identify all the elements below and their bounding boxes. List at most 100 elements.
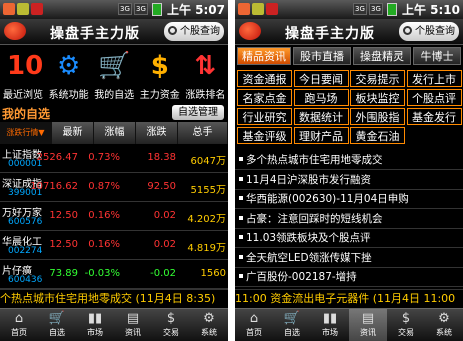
- left-screen: 3G 3G 上午 5:07 操盘手主力版 个股查询 10 最近浏览 ⚙ 系统功能 🛒 我的…: [0, 0, 228, 341]
- category-link[interactable]: 交易提示: [350, 70, 405, 87]
- category-link[interactable]: 基金发行: [406, 108, 462, 125]
- news-tab[interactable]: 精品资讯: [237, 47, 291, 65]
- quick-icon-button[interactable]: 🛒 我的自选: [91, 46, 137, 104]
- stock-volume: 5155万: [190, 185, 226, 196]
- nav-item[interactable]: ▤ 资讯: [114, 309, 152, 341]
- notification-icon: [252, 3, 264, 15]
- category-link[interactable]: 数据统计: [293, 108, 349, 125]
- news-title: 多个热点城市住宅用地零成交: [246, 154, 383, 166]
- stock-change: 92.50: [147, 181, 176, 192]
- bullet-icon: [239, 215, 243, 220]
- quick-icon-button[interactable]: $ 主力资金: [137, 46, 183, 104]
- battery-icon: [387, 3, 397, 16]
- nav-item[interactable]: 🛒 自选: [38, 309, 76, 341]
- quick-icon-button[interactable]: ⇅ 涨跌排名: [182, 46, 228, 104]
- stock-change: 18.38: [147, 152, 176, 163]
- nav-label: 资讯: [125, 328, 141, 337]
- news-item[interactable]: 多个热点城市住宅用地零成交: [235, 150, 463, 170]
- manage-watchlist-button[interactable]: 自选管理: [172, 105, 224, 120]
- stock-search-button[interactable]: 个股查询: [399, 22, 459, 41]
- stock-percent: 0.16%: [88, 239, 120, 250]
- news-title: 11月4日沪深股市发行融资: [246, 173, 372, 186]
- category-link[interactable]: 行业研究: [237, 108, 292, 125]
- category-link[interactable]: 基金评级: [237, 127, 292, 144]
- stock-search-button[interactable]: 个股查询: [164, 22, 224, 41]
- news-tab[interactable]: 操盘精灵: [353, 47, 411, 65]
- category-link[interactable]: 外围股指: [350, 108, 405, 125]
- nav-item[interactable]: ⚙ 系统: [190, 309, 228, 341]
- table-row[interactable]: 深证成指 399001 10716.62 0.87% 92.50 5155万: [0, 173, 228, 202]
- nav-item[interactable]: ▮▮ 市场: [76, 309, 114, 341]
- bottom-nav: ⌂ 首页 🛒 自选 ▮▮ 市场 ▤ 资讯 $ 交易 ⚙ 系统: [0, 308, 228, 341]
- news-ticker[interactable]: 个热点城市住宅用地零成交 (11月4日 8:35): [0, 289, 228, 307]
- nav-item[interactable]: ▤ 资讯: [349, 309, 387, 341]
- category-link[interactable]: 今日要闻: [293, 70, 349, 87]
- nav-label: 系统: [201, 328, 217, 337]
- bullet-icon: [239, 274, 243, 278]
- category-link[interactable]: 跑马场: [293, 89, 349, 106]
- category-link[interactable]: 黄金石油: [350, 127, 405, 144]
- quick-icon: $: [150, 51, 169, 81]
- stock-volume: 4.202万: [187, 214, 226, 225]
- notification-icon: [17, 3, 29, 15]
- column-header[interactable]: 涨幅: [94, 122, 136, 144]
- quick-icon-button[interactable]: ⚙ 系统功能: [46, 46, 92, 104]
- news-item[interactable]: 广百股份-002187-增持: [235, 267, 463, 287]
- news-tab[interactable]: 股市直播: [293, 47, 351, 65]
- nav-label: 资讯: [360, 328, 376, 337]
- signal-icon: 3G: [134, 3, 148, 15]
- stock-percent: 0.73%: [88, 152, 120, 163]
- quick-icon: 10: [7, 51, 44, 81]
- notification-icon: [266, 3, 278, 15]
- category-link[interactable]: 发行上市: [406, 70, 462, 87]
- stock-price: 2526.47: [36, 152, 78, 163]
- quick-icon-label: 主力资金: [139, 90, 180, 101]
- stock-percent: 0.16%: [88, 210, 120, 221]
- column-header[interactable]: 涨跌行情▼: [0, 122, 52, 144]
- table-row[interactable]: 片仔癀 600436 73.89 -0.03% -0.02 1560: [0, 260, 228, 289]
- column-header[interactable]: 最新: [52, 122, 94, 144]
- stock-code: 600576: [8, 217, 43, 227]
- stock-change: -0.02: [150, 268, 176, 279]
- table-row[interactable]: 万好万家 600576 12.50 0.16% 0.02 4.202万: [0, 202, 228, 231]
- news-item[interactable]: 华西能源(002630)-11月04日申购: [235, 189, 463, 209]
- category-link[interactable]: 板块监控: [350, 89, 405, 106]
- bullet-icon: [239, 235, 243, 239]
- app-logo-icon: [239, 22, 261, 40]
- search-label: 个股查询: [180, 26, 220, 37]
- quick-icon-button[interactable]: 10 最近浏览: [0, 46, 46, 104]
- nav-item[interactable]: 🛒 自选: [273, 309, 311, 341]
- nav-item[interactable]: $ 交易: [387, 309, 425, 341]
- status-bar: 3G 3G 上午 5:10: [235, 0, 463, 19]
- category-link[interactable]: 资金通报: [237, 70, 292, 87]
- table-row[interactable]: 华晨化工 002274 12.50 0.16% 0.02 4.819万: [0, 231, 228, 260]
- news-item[interactable]: 占豪：注意回踩时的短线机会: [235, 209, 463, 229]
- nav-label: 首页: [11, 328, 27, 337]
- news-title: 11.03领跌板块及个股点评: [246, 232, 371, 244]
- news-item[interactable]: 全天航空LED领涨传媒下挫: [235, 248, 463, 268]
- nav-label: 交易: [163, 328, 179, 337]
- table-row[interactable]: 上证指数 000001 2526.47 0.73% 18.38 6047万: [0, 144, 228, 173]
- nav-item[interactable]: ⌂ 首页: [235, 309, 273, 341]
- news-item[interactable]: 11月4日沪深股市发行融资: [235, 170, 463, 190]
- stock-change: 0.02: [153, 210, 176, 221]
- news-tabs: 精品资讯 股市直播 操盘精灵 牛博士: [235, 46, 463, 66]
- category-link[interactable]: 理财产品: [293, 127, 349, 144]
- nav-icon: $: [401, 311, 411, 326]
- category-link[interactable]: 名家点金: [237, 89, 292, 106]
- column-header[interactable]: 涨跌: [136, 122, 178, 144]
- news-ticker[interactable]: 11:00 资金流出电子元器件 (11月4日 11:00: [235, 289, 463, 307]
- nav-icon: ▮▮: [87, 311, 103, 326]
- news-item[interactable]: 11.03领跌板块及个股点评: [235, 228, 463, 248]
- column-header[interactable]: 总手: [178, 122, 228, 144]
- status-time: 上午 5:10: [401, 3, 460, 17]
- stock-code: 002274: [8, 246, 43, 256]
- news-title: 全天航空LED领涨传媒下挫: [246, 251, 372, 264]
- nav-item[interactable]: ⚙ 系统: [425, 309, 463, 341]
- category-link[interactable]: 个股点评: [406, 89, 462, 106]
- news-tab[interactable]: 牛博士: [413, 47, 461, 65]
- nav-item[interactable]: ⌂ 首页: [0, 309, 38, 341]
- stock-price: 12.50: [49, 239, 78, 250]
- nav-item[interactable]: ▮▮ 市场: [311, 309, 349, 341]
- nav-item[interactable]: $ 交易: [152, 309, 190, 341]
